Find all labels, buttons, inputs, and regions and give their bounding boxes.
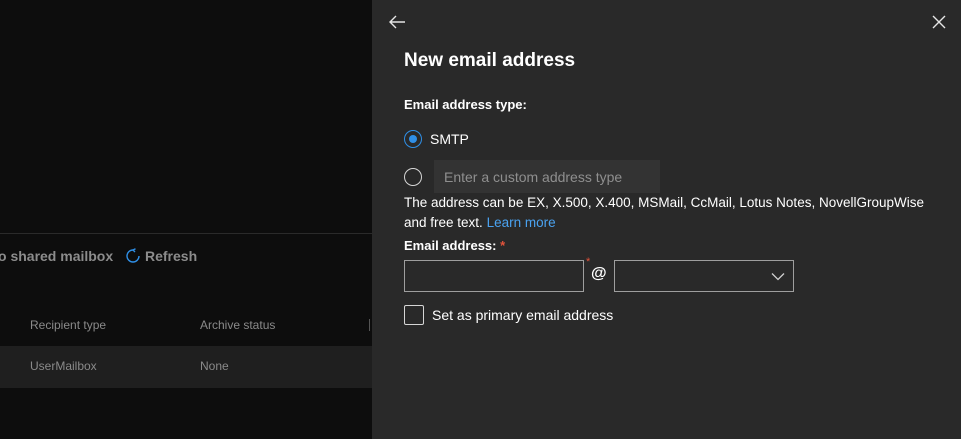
refresh-icon (126, 248, 140, 263)
refresh-label: Refresh (145, 248, 198, 264)
new-email-address-panel: New email address Email address type: SM… (372, 0, 961, 439)
primary-email-checkbox[interactable] (404, 305, 424, 325)
close-button[interactable] (925, 8, 953, 36)
email-address-label: Email address: * (404, 238, 505, 253)
address-type-label: Email address type: (404, 97, 527, 112)
smtp-radio-label[interactable]: SMTP (430, 131, 469, 147)
primary-email-checkbox-label[interactable]: Set as primary email address (432, 307, 613, 323)
refresh-button[interactable]: Refresh (125, 248, 197, 264)
domain-dropdown[interactable] (614, 260, 794, 292)
learn-more-link[interactable]: Learn more (487, 215, 556, 230)
convert-shared-mailbox-button[interactable]: o shared mailbox (0, 248, 113, 264)
required-asterisk-local: * (586, 256, 591, 268)
address-type-info: The address can be EX, X.500, X.400, MSM… (404, 193, 944, 233)
column-separator (369, 319, 370, 331)
custom-address-type-input[interactable] (434, 160, 660, 193)
email-address-label-text: Email address: (404, 238, 497, 253)
background-page: o shared mailbox Refresh Recipient type … (0, 0, 372, 439)
smtp-radio[interactable] (404, 130, 422, 148)
info-text: The address can be EX, X.500, X.400, MSM… (404, 195, 924, 230)
bg-divider (0, 233, 372, 234)
cell-recipient-type: UserMailbox (30, 359, 97, 373)
column-header-archive-status[interactable]: Archive status (200, 318, 275, 332)
email-local-part-input[interactable] (404, 260, 584, 292)
required-asterisk: * (500, 238, 506, 253)
chevron-down-icon (771, 273, 785, 281)
cell-archive-status: None (200, 359, 229, 373)
column-header-recipient-type[interactable]: Recipient type (30, 318, 106, 332)
at-sign: @ (591, 265, 607, 282)
panel-title: New email address (404, 50, 576, 71)
close-icon (932, 15, 946, 29)
back-button[interactable] (383, 8, 411, 36)
arrow-left-icon (389, 15, 405, 29)
custom-type-radio[interactable] (404, 168, 422, 186)
